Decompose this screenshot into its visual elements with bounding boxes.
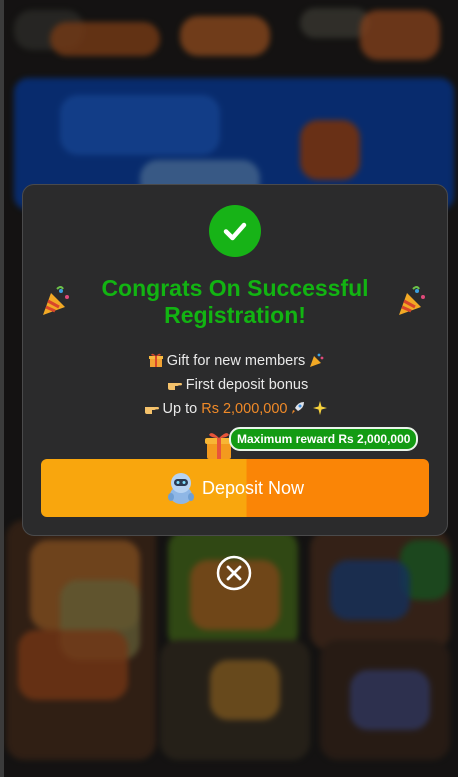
party-popper-icon	[399, 286, 425, 315]
party-popper-icon	[43, 286, 69, 315]
pointing-hand-icon	[167, 383, 182, 390]
close-button[interactable]	[216, 555, 252, 591]
perk-gift-new-members: Gift for new members	[23, 351, 449, 371]
pointing-hand-icon	[144, 407, 159, 414]
deposit-now-button[interactable]: Deposit Now	[41, 459, 429, 517]
registration-success-modal: Congrats On Successful Registration! Gif…	[22, 184, 448, 536]
sparkles-icon	[313, 401, 328, 415]
perk-prefix: Up to	[162, 401, 198, 417]
perk-text: First deposit bonus	[185, 377, 309, 393]
max-reward-badge: Maximum reward Rs 2,000,000	[229, 427, 419, 451]
rocket-icon	[292, 402, 305, 414]
modal-title: Congrats On Successful Registration!	[101, 275, 369, 328]
party-popper-icon	[310, 353, 324, 367]
perk-amount: Rs 2,000,000	[201, 401, 288, 417]
perk-first-deposit: First deposit bonus	[23, 375, 449, 395]
check-circle-icon	[209, 205, 261, 257]
deposit-button-label: Deposit Now	[201, 477, 305, 498]
perk-max-amount: Up to Rs 2,000,000	[23, 399, 449, 419]
close-icon	[216, 555, 252, 591]
gift-box-icon	[148, 353, 163, 367]
robot-mascot-icon	[167, 473, 194, 504]
perk-text: Gift for new members	[166, 353, 306, 369]
